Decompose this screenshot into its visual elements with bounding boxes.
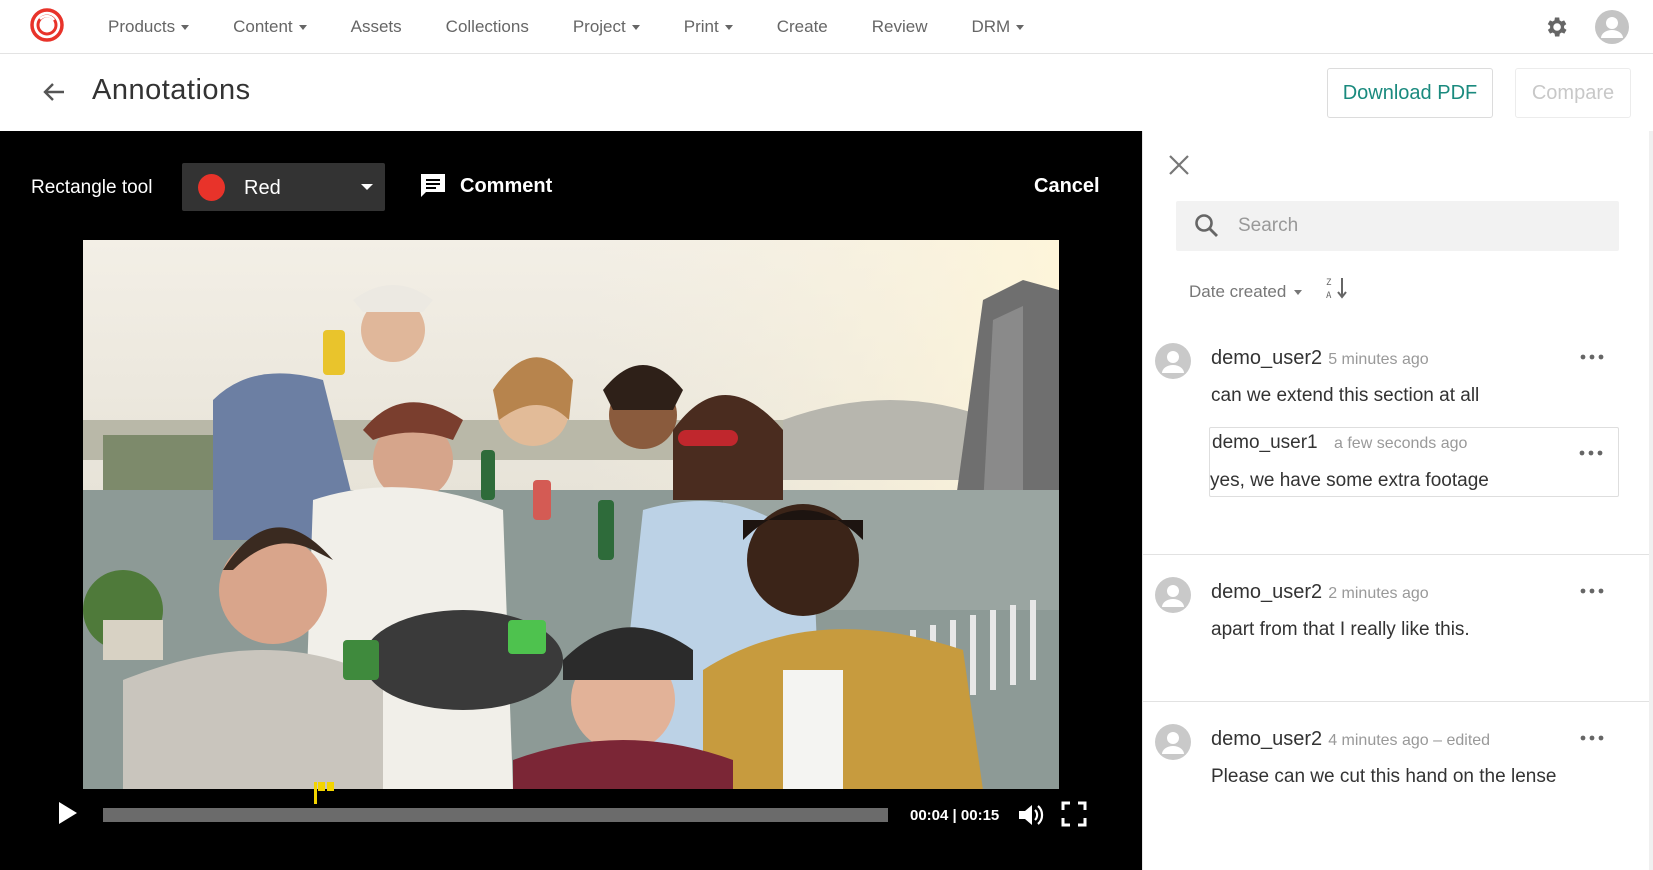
search-input[interactable] [1238,201,1608,251]
sort-direction-icon[interactable]: Z A [1326,275,1350,301]
caret-down-icon [724,24,733,30]
avatar-icon [1155,724,1191,760]
annotation-marker-icon[interactable] [314,782,336,804]
svg-text:Z: Z [1326,278,1332,288]
nav-menu: Products Content Assets Collections Proj… [86,0,1046,54]
caret-down-icon [1016,24,1025,30]
nav-item-assets[interactable]: Assets [329,0,424,54]
reply-time: a few seconds ago [1334,435,1468,452]
nav-item-products[interactable]: Products [86,0,211,54]
comment-text: Please can we cut this hand on the lense [1211,766,1557,787]
tool-label: Rectangle tool [31,177,153,198]
gear-icon[interactable] [1543,14,1569,40]
comment-time: 5 minutes ago [1328,351,1429,368]
comment-author: demo_user2 4 minutes ago – edited [1211,728,1491,750]
top-nav: Products Content Assets Collections Proj… [0,0,1653,54]
caret-down-icon [1294,289,1303,295]
comment-author: demo_user2 2 minutes ago [1211,581,1429,603]
nav-item-collections[interactable]: Collections [424,0,551,54]
more-options-icon[interactable] [1579,586,1605,596]
nav-item-content[interactable]: Content [211,0,329,54]
comment-label: Comment [460,174,553,197]
play-icon[interactable] [57,801,79,825]
back-arrow-icon[interactable] [40,78,68,106]
comment-text: can we extend this section at all [1211,385,1480,406]
fullscreen-icon[interactable] [1060,800,1088,828]
comment-thread: demo_user2 5 minutes ago can we extend th… [1143,321,1650,555]
comment-thread: demo_user2 4 minutes ago – edited Please … [1143,702,1650,870]
search-icon [1195,214,1218,237]
nav-item-drm[interactable]: DRM [950,0,1047,54]
page-title: Annotations [92,74,251,106]
sort-label: Date created [1189,282,1287,301]
cancel-button[interactable]: Cancel [1034,175,1100,198]
search-box [1176,201,1619,251]
more-options-icon[interactable] [1579,352,1605,362]
reply-author: demo_user1 [1212,432,1318,453]
compare-button[interactable]: Compare [1515,68,1631,118]
comment-text: apart from that I really like this. [1211,619,1470,640]
color-value: Red [244,177,281,199]
nav-item-review[interactable]: Review [850,0,950,54]
caret-down-icon [631,24,640,30]
reply-item: demo_user1 a few seconds ago yes, we hav… [1209,427,1619,497]
comment-time: 4 minutes ago – edited [1328,732,1491,749]
reply-text: yes, we have some extra footage [1210,470,1489,491]
video-frame[interactable] [83,240,1059,789]
comment-icon [421,174,445,197]
avatar-icon [1155,343,1191,379]
comment-time: 2 minutes ago [1328,585,1429,602]
nav-item-create[interactable]: Create [755,0,850,54]
comment-thread: demo_user2 2 minutes ago apart from that … [1143,555,1650,702]
close-icon[interactable] [1167,153,1191,177]
sort-dropdown[interactable]: Date created [1189,282,1303,302]
time-readout: 00:04 | 00:15 [910,807,1000,824]
nav-item-print[interactable]: Print [662,0,755,54]
user-avatar-icon[interactable] [1595,10,1629,44]
title-bar: Annotations Download PDF Compare [0,54,1653,130]
avatar-icon [1155,577,1191,613]
comment-button[interactable]: Comment [418,164,552,208]
more-options-icon[interactable] [1579,733,1605,743]
chevron-down-icon [361,184,373,190]
download-pdf-button[interactable]: Download PDF [1327,68,1493,118]
svg-text:A: A [1326,291,1332,301]
more-options-icon[interactable] [1578,448,1604,458]
comment-author: demo_user2 5 minutes ago [1211,347,1429,369]
brand-logo-icon[interactable] [30,8,64,42]
caret-down-icon [298,24,307,30]
timeline-scrubber[interactable] [103,808,888,822]
color-swatch [198,174,225,201]
nav-item-project[interactable]: Project [551,0,662,54]
volume-icon[interactable] [1016,801,1044,829]
caret-down-icon [181,24,190,30]
panel-scrollbar[interactable] [1649,131,1653,870]
color-dropdown[interactable]: Red [182,163,385,211]
video-annotation-area: Rectangle tool Red Comment Cancel 00:04 … [0,131,1142,870]
comments-panel: Date created Z A demo_user25 minutes ago… [1142,131,1653,870]
